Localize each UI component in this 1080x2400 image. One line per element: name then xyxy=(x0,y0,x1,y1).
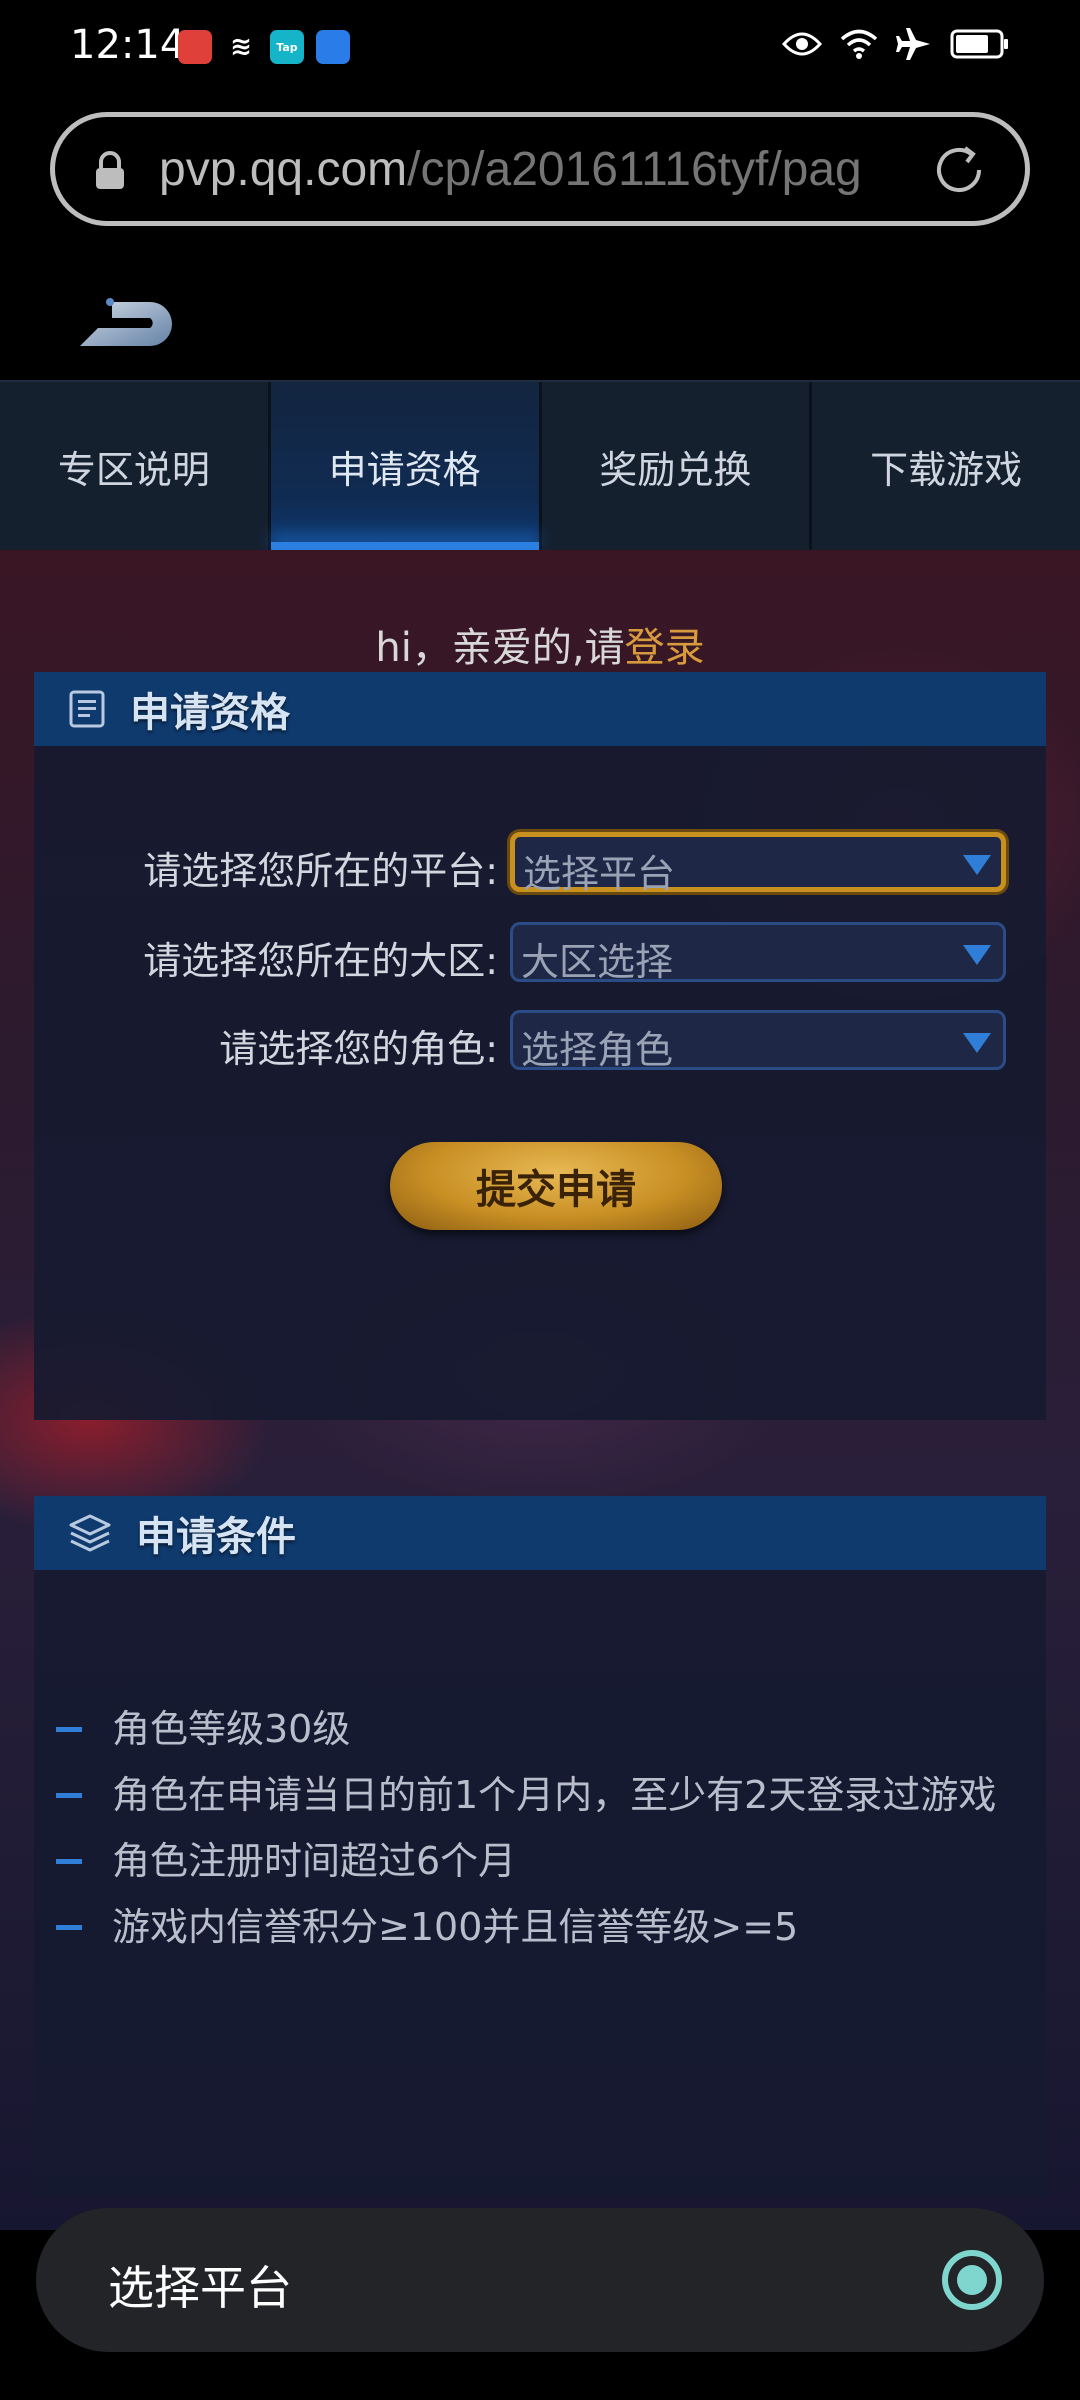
condition-item: 角色注册时间超过6个月 xyxy=(34,1828,1046,1894)
submit-application-button[interactable]: 提交申请 xyxy=(390,1142,722,1230)
weather-icon xyxy=(316,30,350,64)
role-label: 请选择您的角色: xyxy=(219,1027,498,1071)
role-select-value: 选择角色 xyxy=(521,1028,674,1072)
platform-label: 请选择您所在的平台: xyxy=(143,849,498,893)
platform-select[interactable]: 选择平台 xyxy=(510,832,1006,896)
role-select[interactable]: 选择角色 xyxy=(510,1010,1006,1072)
apply-panel-title: 申请资格 xyxy=(130,690,290,736)
tab-download-game[interactable]: 下载游戏 xyxy=(812,382,1080,550)
tab-bar: 专区说明 申请资格 奖励兑换 下载游戏 xyxy=(0,380,1080,553)
document-icon xyxy=(68,689,106,729)
platform-picker-option[interactable]: 选择平台 xyxy=(36,2208,1044,2352)
address-bar[interactable]: pvp.qq.com/cp/a20161116tyf/pag xyxy=(50,112,1030,226)
condition-text: 角色在申请当日的前1个月内，至少有2天登录过游戏 xyxy=(112,1773,997,1817)
condition-item: 角色等级30级 xyxy=(34,1696,1046,1762)
reload-icon[interactable] xyxy=(931,142,987,202)
tab-apply-qualification[interactable]: 申请资格 xyxy=(270,382,542,550)
condition-item: 游戏内信誉积分≥100并且信誉等级>=5 xyxy=(34,1894,1046,1960)
conditions-panel: 申请条件 角色等级30级 角色在申请当日的前1个月内，至少有2天登录过游戏 角色… xyxy=(34,1496,1046,2196)
dash-bullet-icon xyxy=(56,1859,82,1864)
tab-zone-info[interactable]: 专区说明 xyxy=(0,382,271,550)
url-host: pvp.qq.com xyxy=(159,143,408,196)
conditions-panel-title: 申请条件 xyxy=(136,1514,296,1560)
dash-bullet-icon xyxy=(56,1925,82,1930)
battery-icon xyxy=(950,29,1010,59)
apply-panel: 申请资格 请选择您所在的平台: 选择平台 请选择您所在的大区: 大区选择 请选择… xyxy=(34,672,1046,1420)
status-bar: 12:14 ≋ Tap xyxy=(0,0,1080,96)
dash-bullet-icon xyxy=(56,1727,82,1732)
airplane-icon xyxy=(896,26,932,62)
url-path: /cp/a20161116tyf/pag xyxy=(407,143,862,196)
condition-text: 角色注册时间超过6个月 xyxy=(112,1839,517,1883)
region-select[interactable]: 大区选择 xyxy=(510,922,1006,984)
page-header xyxy=(0,240,1080,380)
apply-panel-header: 申请资格 xyxy=(34,672,1046,746)
tab-reward-exchange[interactable]: 奖励兑换 xyxy=(542,382,813,550)
login-prompt: hi，亲爱的,请登录 xyxy=(0,615,1080,673)
layers-icon xyxy=(68,1513,112,1553)
region-select-value: 大区选择 xyxy=(521,940,674,984)
taptap-icon: Tap xyxy=(270,30,304,64)
region-label: 请选择您所在的大区: xyxy=(143,939,498,983)
picker-option-label: 选择平台 xyxy=(108,2261,292,2315)
app-icon-red xyxy=(178,30,212,64)
platform-select-value: 选择平台 xyxy=(523,852,676,896)
system-icons xyxy=(782,26,1010,62)
condition-item: 角色在申请当日的前1个月内，至少有2天登录过游戏 xyxy=(34,1762,1046,1828)
login-link[interactable]: 登录 xyxy=(625,625,705,671)
wifi-icon xyxy=(840,28,878,60)
region-row: 请选择您所在的大区: 大区选择 xyxy=(34,922,1046,986)
radio-selected-icon[interactable] xyxy=(938,2246,1006,2318)
eye-icon xyxy=(782,30,822,58)
status-time: 12:14 xyxy=(70,22,186,68)
lock-icon xyxy=(93,151,127,195)
dropdown-arrow-icon xyxy=(963,855,991,875)
notification-icons: ≋ Tap xyxy=(178,30,350,64)
conditions-panel-header: 申请条件 xyxy=(34,1496,1046,1570)
back-arrow-icon[interactable] xyxy=(72,292,182,358)
dash-bullet-icon xyxy=(56,1793,82,1798)
condition-text: 角色等级30级 xyxy=(112,1707,351,1751)
dropdown-arrow-icon xyxy=(963,945,991,965)
role-row: 请选择您的角色: 选择角色 xyxy=(34,1010,1046,1074)
capcut-icon: ≋ xyxy=(224,30,258,64)
conditions-list: 角色等级30级 角色在申请当日的前1个月内，至少有2天登录过游戏 角色注册时间超… xyxy=(34,1696,1046,1960)
url-text[interactable]: pvp.qq.com/cp/a20161116tyf/pag xyxy=(159,142,949,198)
platform-row: 请选择您所在的平台: 选择平台 xyxy=(34,832,1046,896)
login-greeting: hi，亲爱的,请 xyxy=(375,625,625,671)
condition-text: 游戏内信誉积分≥100并且信誉等级>=5 xyxy=(112,1905,799,1949)
dropdown-arrow-icon xyxy=(963,1033,991,1053)
